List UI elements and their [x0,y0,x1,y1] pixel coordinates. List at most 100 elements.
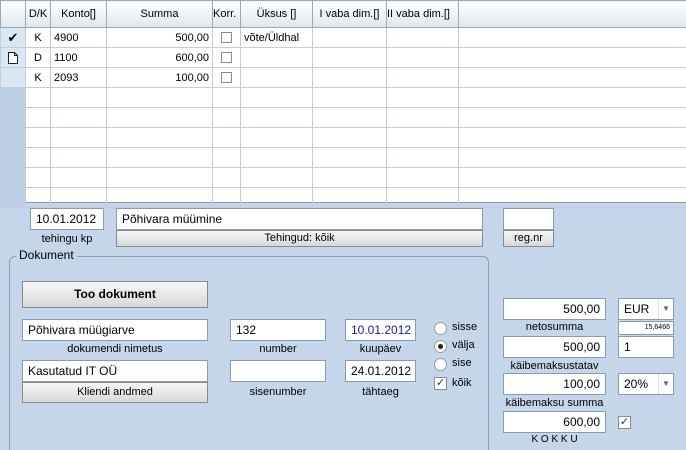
radio-sisse[interactable] [434,322,447,335]
grid-header: D/K Konto[] Summa Korr. Üksus [] I vaba … [0,0,686,28]
due-date-label: tähtaeg [362,386,399,398]
document-number-label: number [259,343,297,355]
cell-dim1[interactable] [312,47,387,68]
row-selector[interactable] [0,147,26,168]
radio-sise[interactable] [434,358,447,371]
col-header-dk[interactable]: D/K [25,0,51,28]
cell-dk[interactable]: K [25,27,51,48]
cell-dim2[interactable] [386,47,459,68]
cell-konto[interactable]: 4900 [50,27,107,48]
cell-dk[interactable]: D [25,47,51,68]
cell-summa[interactable]: 600,00 [106,47,213,68]
internal-number-field[interactable] [230,360,326,382]
cell-uksus[interactable]: võte/Üldhal [240,27,313,48]
col-header-uksus[interactable]: Üksus [] [240,0,313,28]
korr-checkbox[interactable] [221,52,232,64]
transactions-filter-button[interactable]: Tehingud: kõik [116,230,483,247]
chevron-down-icon: ▼ [658,299,673,319]
cell-uksus[interactable] [240,47,313,68]
document-name-field[interactable]: Põhivara müügiarve [22,319,208,341]
currency-value: EUR [624,302,650,316]
total-field[interactable]: 600,00 [503,411,606,433]
document-date-label: kuupäev [359,343,402,355]
cell-uksus[interactable] [240,67,313,88]
table-row[interactable] [0,167,686,188]
all-checkbox-label: kõik [452,377,472,389]
col-header-korr[interactable]: Korr. [212,0,241,28]
transaction-date-field[interactable]: 10.01.2012 [30,208,104,230]
cell-dk[interactable]: K [25,67,51,88]
exchange-rate-field[interactable]: 15,6466 [618,321,674,335]
cell-dim1[interactable] [312,27,387,48]
cell-korr[interactable] [212,67,241,88]
transaction-date-label: tehingu kp [41,233,93,245]
document-date-field[interactable]: 10.01.2012 [345,319,416,341]
row-selector[interactable] [0,187,26,208]
vat-sum-field[interactable]: 100,00 [503,373,606,395]
total-label: K O K K U [531,434,578,445]
table-row[interactable]: K 2093 100,00 [0,67,686,88]
total-checkbox[interactable]: ✓ [618,416,631,429]
table-row[interactable] [0,147,686,168]
selector-header [0,0,26,28]
col-header-dim2[interactable]: II vaba dim.[] [386,0,459,28]
row-selector[interactable] [0,47,26,68]
table-row[interactable] [0,187,686,208]
row-selector[interactable] [0,167,26,188]
row-selector[interactable] [0,127,26,148]
vat-rate-select[interactable]: 20% ▼ [618,373,674,395]
cell-korr[interactable] [212,27,241,48]
row-selector[interactable] [0,107,26,128]
document-group-legend: Dokument [16,248,77,262]
currency-select[interactable]: EUR ▼ [618,298,674,320]
new-document-icon [8,51,18,64]
cell-summa[interactable]: 500,00 [106,27,213,48]
document-name-label: dokumendi nimetus [67,343,163,355]
cell-summa[interactable]: 100,00 [106,67,213,88]
col-header-dim1[interactable]: I vaba dim.[] [312,0,387,28]
reg-nr-field[interactable] [503,208,554,230]
col-header-konto[interactable]: Konto[] [50,0,107,28]
row-selector[interactable] [0,87,26,108]
fetch-document-button[interactable]: Too dokument [22,281,208,308]
cell-konto[interactable]: 1100 [50,47,107,68]
vat-base-factor-field[interactable]: 1 [618,336,674,358]
client-details-button[interactable]: Kliendi andmed [22,382,208,403]
table-row[interactable]: D 1100 600,00 [0,47,686,68]
reg-nr-button[interactable]: reg.nr [503,230,554,247]
table-row[interactable] [0,107,686,128]
net-sum-field[interactable]: 500,00 [503,298,606,320]
radio-sisse-label: sisse [452,321,478,333]
cell-filler [458,47,686,68]
radio-sise-label: sise [452,357,472,369]
vat-base-label: käibemaksustatav [510,360,599,372]
vat-sum-label: käibemaksu summa [505,397,604,409]
chevron-down-icon: ▼ [658,374,673,394]
all-checkbox[interactable]: ✓ [434,377,447,390]
cell-dim1[interactable] [312,67,387,88]
radio-valja-label: välja [452,339,475,351]
row-selector[interactable] [0,67,26,88]
korr-checkbox[interactable] [221,32,232,44]
cell-konto[interactable]: 2093 [50,67,107,88]
col-header-filler [458,0,686,28]
document-number-field[interactable]: 132 [230,319,326,341]
radio-valja[interactable] [434,340,447,353]
table-row[interactable]: ✔ K 4900 500,00 võte/Üldhal [0,27,686,48]
checkmark-icon: ✓ [435,377,446,389]
col-header-summa[interactable]: Summa [106,0,213,28]
client-name-field[interactable]: Kasutatud IT OÜ [22,360,208,382]
row-selector[interactable]: ✔ [0,27,26,48]
cell-dim2[interactable] [386,27,459,48]
due-date-field[interactable]: 24.01.2012 [345,360,416,382]
cell-filler [458,27,686,48]
table-row[interactable] [0,127,686,148]
cell-korr[interactable] [212,47,241,68]
vat-base-field[interactable]: 500,00 [503,336,606,358]
korr-checkbox[interactable] [221,72,232,84]
table-row[interactable] [0,87,686,108]
checkmark-icon: ✔ [7,29,19,45]
transaction-description-field[interactable]: Põhivara müümine [116,208,483,230]
cell-dim2[interactable] [386,67,459,88]
internal-number-label: sisenumber [249,386,307,398]
